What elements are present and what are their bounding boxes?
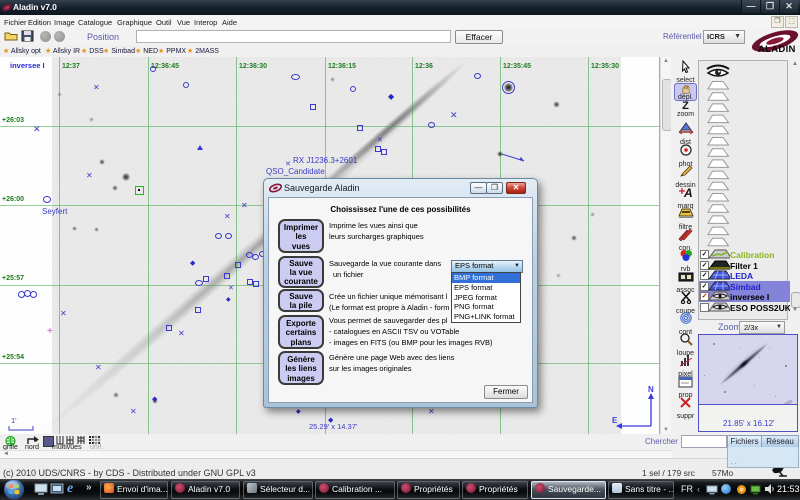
svg-text:ALADIN: ALADIN bbox=[758, 44, 796, 55]
svg-text:A: A bbox=[683, 186, 693, 199]
svg-text:E: E bbox=[612, 416, 618, 425]
svg-text:N: N bbox=[648, 385, 654, 394]
